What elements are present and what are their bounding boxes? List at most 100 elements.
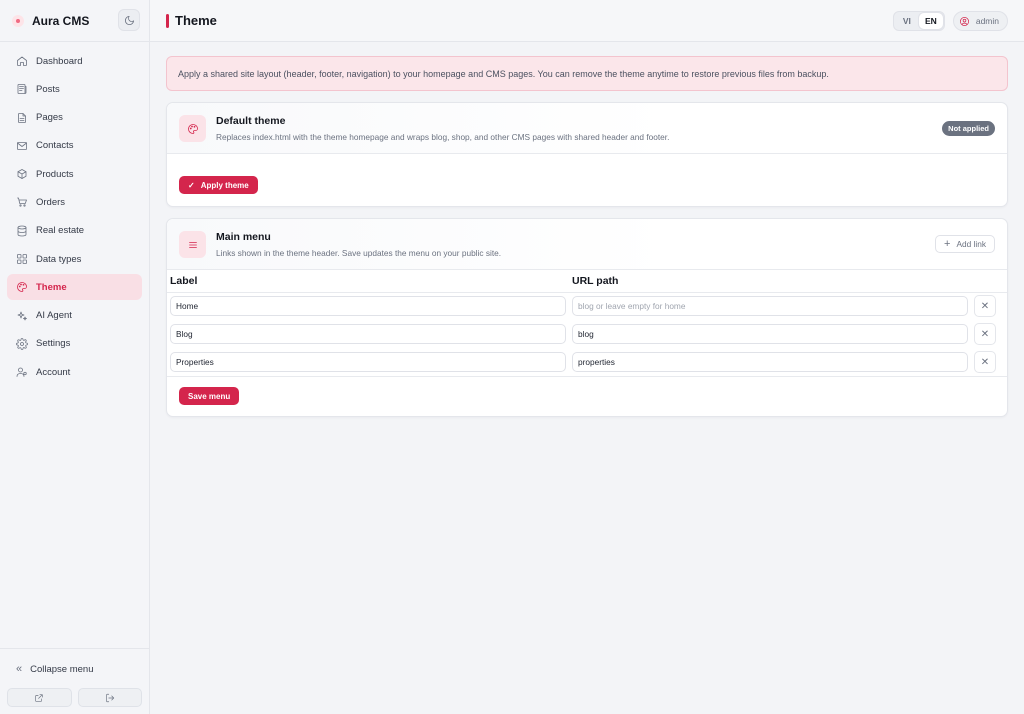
label-input[interactable] [170,324,566,344]
sidebar-nav: Dashboard Posts Pages Contacts Products … [0,42,149,394]
sidebar-item-label: Settings [36,338,71,350]
add-link-button[interactable]: + Add link [935,235,995,253]
language-switch: VI EN [892,11,945,31]
remove-row-button[interactable]: ✕ [974,323,996,345]
add-link-label: Add link [956,239,986,249]
collapse-menu-label: Collapse menu [30,663,94,675]
sidebar-item-dashboard[interactable]: Dashboard [7,48,142,74]
close-icon: ✕ [980,356,990,368]
sidebar-item-label: Dashboard [36,55,83,67]
brand-logo [12,14,24,27]
remove-row-button[interactable]: ✕ [974,351,996,373]
sidebar-item-label: Posts [36,83,60,95]
sidebar-item-settings[interactable]: Settings [7,331,142,357]
lang-en-button[interactable]: EN [918,13,943,29]
sidebar-item-account[interactable]: Account [7,359,142,385]
file-icon [16,112,28,124]
user-icon [16,366,28,378]
card-title: Main menu [216,231,271,243]
check-icon: ✓ [188,180,195,190]
box-icon [16,168,28,180]
sidebar-item-label: Contacts [36,140,74,152]
url-input[interactable] [572,352,968,372]
column-header-actions [971,270,1007,293]
label-input[interactable] [170,352,566,372]
title-accent-bar [166,13,169,28]
sidebar-item-products[interactable]: Products [7,161,142,187]
sidebar-item-label: AI Agent [36,310,72,322]
table-row: ✕ [167,348,1007,376]
menu-table: Label URL path ✕ [167,270,1007,376]
sidebar-footer: « Collapse menu [0,648,149,714]
sidebar-item-label: Products [36,168,74,180]
sparkles-icon [16,310,28,322]
brand: Aura CMS [0,0,149,42]
remove-row-button[interactable]: ✕ [974,295,996,318]
user-name: admin [975,16,999,26]
sidebar-item-theme[interactable]: Theme [7,274,142,301]
sidebar-item-data-types[interactable]: Data types [7,246,142,272]
card-header: Main menu Links shown in the theme heade… [167,219,1007,270]
logout-button[interactable] [77,688,142,707]
gear-icon [16,338,28,350]
sidebar-item-contacts[interactable]: Contacts [7,133,142,159]
grid-icon [16,253,28,265]
plus-icon: + [944,238,951,250]
cart-icon [16,196,28,208]
save-menu-button[interactable]: Save menu [179,387,240,405]
mail-icon [16,140,28,152]
open-site-button[interactable] [7,688,72,707]
info-notice: Apply a shared site layout (header, foot… [166,56,1008,91]
sidebar-item-ai-agent[interactable]: AI Agent [7,303,142,329]
newspaper-icon [16,83,28,95]
close-icon: ✕ [980,300,990,312]
sidebar-item-orders[interactable]: Orders [7,189,142,215]
close-icon: ✕ [980,328,990,340]
menu-icon [179,231,206,258]
page-content: Apply a shared site layout (header, foot… [150,42,1024,431]
lang-vi-button[interactable]: VI [895,13,919,29]
palette-icon [179,115,206,142]
external-link-icon [35,693,43,702]
logout-icon [106,693,114,702]
card-title: Default theme [216,115,286,127]
main-area: Theme VI EN admin Apply a shared site la… [150,0,1024,714]
sidebar: Aura CMS Dashboard Posts Pages Contacts [0,0,150,714]
home-icon [16,55,28,67]
table-row: ✕ [167,320,1007,348]
sidebar-item-pages[interactable]: Pages [7,105,142,131]
sidebar-item-label: Real estate [36,225,85,237]
sidebar-item-label: Account [36,366,71,378]
brand-name: Aura CMS [32,13,90,28]
sidebar-item-label: Data types [36,253,82,265]
apply-theme-button[interactable]: ✓ Apply theme [179,176,258,194]
apply-theme-label: Apply theme [200,180,249,190]
card-description: Replaces index.html with the theme homep… [216,132,670,142]
sidebar-item-label: Theme [36,281,67,293]
topbar: Theme VI EN admin [150,0,1024,42]
sidebar-item-posts[interactable]: Posts [7,76,142,102]
card-description: Links shown in the theme header. Save up… [216,248,502,258]
sidebar-item-real-estate[interactable]: Real estate [7,218,142,244]
chevrons-left-icon: « [16,663,23,675]
sidebar-item-label: Orders [36,196,66,208]
moon-icon [124,15,134,25]
sidebar-item-label: Pages [36,112,63,124]
page-title: Theme [175,13,217,28]
column-header-url: URL path [569,270,971,293]
main-menu-card: Main menu Links shown in the theme heade… [166,218,1008,417]
url-input[interactable] [572,324,968,344]
collapse-menu-button[interactable]: « Collapse menu [7,656,142,682]
default-theme-card: Default theme Replaces index.html with t… [166,102,1008,207]
column-header-label: Label [167,270,569,293]
label-input[interactable] [170,296,566,317]
palette-icon [16,281,28,293]
status-badge: Not applied [942,121,995,136]
user-circle-icon [959,16,969,26]
url-input[interactable] [572,296,968,317]
user-menu[interactable]: admin [952,11,1008,31]
dark-mode-toggle[interactable] [118,9,140,31]
card-header: Default theme Replaces index.html with t… [167,103,1007,154]
table-row: ✕ [167,292,1007,320]
database-icon [16,225,28,237]
